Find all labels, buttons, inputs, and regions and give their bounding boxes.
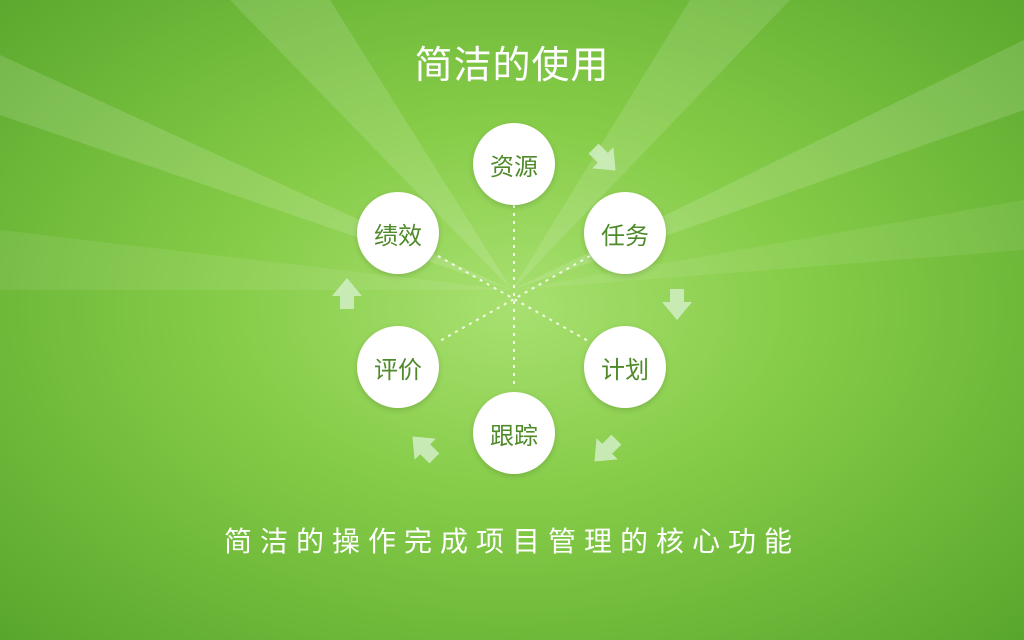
arrow-up-left-icon <box>412 436 440 464</box>
node-planning: 计划 <box>584 326 666 408</box>
arrow-down-icon <box>662 289 692 320</box>
node-tasks: 任务 <box>584 192 666 274</box>
tagline: 简洁的操作完成项目管理的核心功能 <box>223 525 800 558</box>
node-performance: 绩效 <box>357 192 439 274</box>
node-resources: 资源 <box>473 123 555 205</box>
node-tracking: 跟踪 <box>473 392 555 474</box>
arrow-down-left-icon <box>594 434 622 462</box>
arrow-up-icon <box>332 278 362 309</box>
arrow-down-right-icon <box>588 143 616 171</box>
node-evaluation: 评价 <box>357 326 439 408</box>
